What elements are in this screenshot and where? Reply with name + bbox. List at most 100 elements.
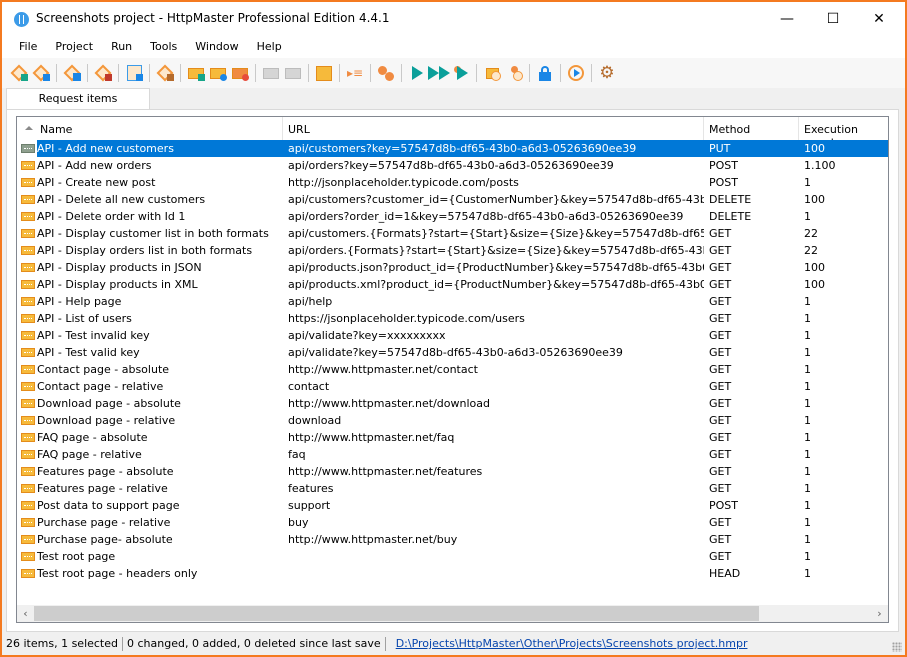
cell-url: api/validate?key=xxxxxxxxx — [288, 329, 446, 342]
cell-method: GET — [709, 380, 732, 393]
table-row[interactable]: Contact page - absolute http://www.httpma… — [17, 361, 888, 378]
edit-request-icon[interactable] — [208, 63, 228, 83]
table-row[interactable]: API - Display customer list in both form… — [17, 225, 888, 242]
menu-project[interactable]: Project — [46, 36, 102, 58]
cell-url: api/orders.{Formats}?start={Start}&size=… — [288, 244, 704, 257]
table-row[interactable]: API - Display products in XML api/product… — [17, 276, 888, 293]
run-with-parameters-icon[interactable] — [451, 63, 471, 83]
request-icon — [21, 331, 35, 340]
cell-method: GET — [709, 397, 732, 410]
table-row[interactable]: Features page - absolute http://www.httpm… — [17, 463, 888, 480]
scroll-left-button[interactable]: ‹ — [17, 605, 34, 622]
cell-execution-count: 100 — [804, 261, 825, 274]
execute-list-icon[interactable]: ▸≡ — [345, 63, 365, 83]
settings-gear-icon[interactable]: ⚙ — [597, 63, 617, 83]
table-row[interactable]: FAQ page - absolute http://www.httpmaster… — [17, 429, 888, 446]
table-row[interactable]: API - Add new customers api/customers?key… — [17, 140, 888, 157]
cell-method: GET — [709, 550, 732, 563]
table-row[interactable]: API - List of users https://jsonplacehold… — [17, 310, 888, 327]
menu-window[interactable]: Window — [186, 36, 247, 58]
project-settings-icon[interactable] — [155, 63, 175, 83]
column-header-execution-count[interactable]: Execution count — [799, 117, 888, 149]
run-icon[interactable] — [407, 63, 427, 83]
table-row[interactable]: API - Test invalid key api/validate?key=x… — [17, 327, 888, 344]
menu-file[interactable]: File — [10, 36, 46, 58]
request-icon — [21, 144, 35, 153]
table-row[interactable]: FAQ page - relative faq GET 1 — [17, 446, 888, 463]
project-properties-icon[interactable] — [62, 63, 82, 83]
cell-name: Download page - relative — [17, 412, 283, 429]
check-all-disabled-icon[interactable] — [283, 63, 303, 83]
import-project-item-icon[interactable] — [31, 63, 51, 83]
horizontal-scrollbar[interactable]: ‹ › — [17, 605, 888, 622]
column-header-name[interactable]: Name — [17, 117, 283, 140]
add-request-icon[interactable] — [186, 63, 206, 83]
minimize-button[interactable]: — — [765, 2, 809, 36]
table-row[interactable]: Purchase page - relative buy GET 1 — [17, 514, 888, 531]
request-icon — [21, 382, 35, 391]
cell-name: API - Test valid key — [17, 344, 283, 361]
table-row[interactable]: API - Help page api/help GET 1 — [17, 293, 888, 310]
cell-method: GET — [709, 414, 732, 427]
request-icon — [21, 569, 35, 578]
table-row[interactable]: API - Display products in JSON api/produc… — [17, 259, 888, 276]
table-row[interactable]: Post data to support page support POST 1 — [17, 497, 888, 514]
run-parameters-icon[interactable] — [504, 63, 524, 83]
add-project-item-icon[interactable] — [9, 63, 29, 83]
cell-name: Download page - absolute — [17, 395, 283, 412]
table-row[interactable]: Download page - relative download GET 1 — [17, 412, 888, 429]
toolbar-separator — [255, 64, 256, 82]
lock-icon[interactable] — [535, 63, 555, 83]
table-row[interactable]: Purchase page- absolute http://www.httpma… — [17, 531, 888, 548]
close-button[interactable]: ✕ — [857, 2, 901, 36]
request-icon — [21, 365, 35, 374]
table-row[interactable]: Features page - relative features GET 1 — [17, 480, 888, 497]
run-request-icon[interactable] — [482, 63, 502, 83]
table-row[interactable]: API - Delete all new customers api/custom… — [17, 191, 888, 208]
table-row[interactable]: API - Display orders list in both format… — [17, 242, 888, 259]
table-row[interactable]: API - Add new orders api/orders?key=57547… — [17, 157, 888, 174]
request-icon — [21, 416, 35, 425]
execute-icon[interactable] — [566, 63, 586, 83]
request-icon — [21, 484, 35, 493]
table-row[interactable]: API - Create new post http://jsonplacehol… — [17, 174, 888, 191]
check-disabled-icon[interactable] — [261, 63, 281, 83]
resize-grip[interactable] — [892, 642, 902, 652]
table-row[interactable]: Test root page - headers only HEAD 1 — [17, 565, 888, 582]
table-row[interactable]: Test root page GET 1 — [17, 548, 888, 565]
import-requests-icon[interactable] — [124, 63, 144, 83]
delete-request-icon[interactable] — [230, 63, 250, 83]
cell-execution-count: 1 — [804, 567, 811, 580]
menu-tools[interactable]: Tools — [141, 36, 186, 58]
column-header-url[interactable]: URL — [283, 117, 704, 140]
cell-name: API - Display customer list in both form… — [17, 225, 283, 242]
tab-request-items[interactable]: Request items — [6, 88, 150, 110]
scrollbar-thumb[interactable] — [34, 606, 759, 621]
parameters-icon[interactable] — [376, 63, 396, 83]
cell-execution-count: 100 — [804, 278, 825, 291]
status-project-path-link[interactable]: D:\Projects\HttpMaster\Other\Projects\Sc… — [392, 637, 752, 651]
request-icon — [21, 229, 35, 238]
request-icon — [21, 280, 35, 289]
cell-method: GET — [709, 482, 732, 495]
toolbar-separator — [56, 64, 57, 82]
cell-method: GET — [709, 295, 732, 308]
column-header-method[interactable]: Method — [704, 117, 799, 140]
table-row[interactable]: API - Delete order with Id 1 api/orders?o… — [17, 208, 888, 225]
cell-method: HEAD — [709, 567, 741, 580]
run-all-icon[interactable] — [428, 63, 450, 83]
cell-url: api/help — [288, 295, 333, 308]
cell-execution-count: 1 — [804, 499, 811, 512]
table-row[interactable]: API - Test valid key api/validate?key=575… — [17, 344, 888, 361]
cell-method: GET — [709, 278, 732, 291]
maximize-button[interactable]: ☐ — [811, 2, 855, 36]
cell-name: Features page - absolute — [17, 463, 283, 480]
table-row[interactable]: Contact page - relative contact GET 1 — [17, 378, 888, 395]
toolbar-separator — [339, 64, 340, 82]
menu-help[interactable]: Help — [248, 36, 291, 58]
menu-run[interactable]: Run — [102, 36, 141, 58]
remove-project-item-icon[interactable] — [93, 63, 113, 83]
scroll-right-button[interactable]: › — [871, 605, 888, 622]
request-group-icon[interactable] — [314, 63, 334, 83]
table-row[interactable]: Download page - absolute http://www.httpm… — [17, 395, 888, 412]
